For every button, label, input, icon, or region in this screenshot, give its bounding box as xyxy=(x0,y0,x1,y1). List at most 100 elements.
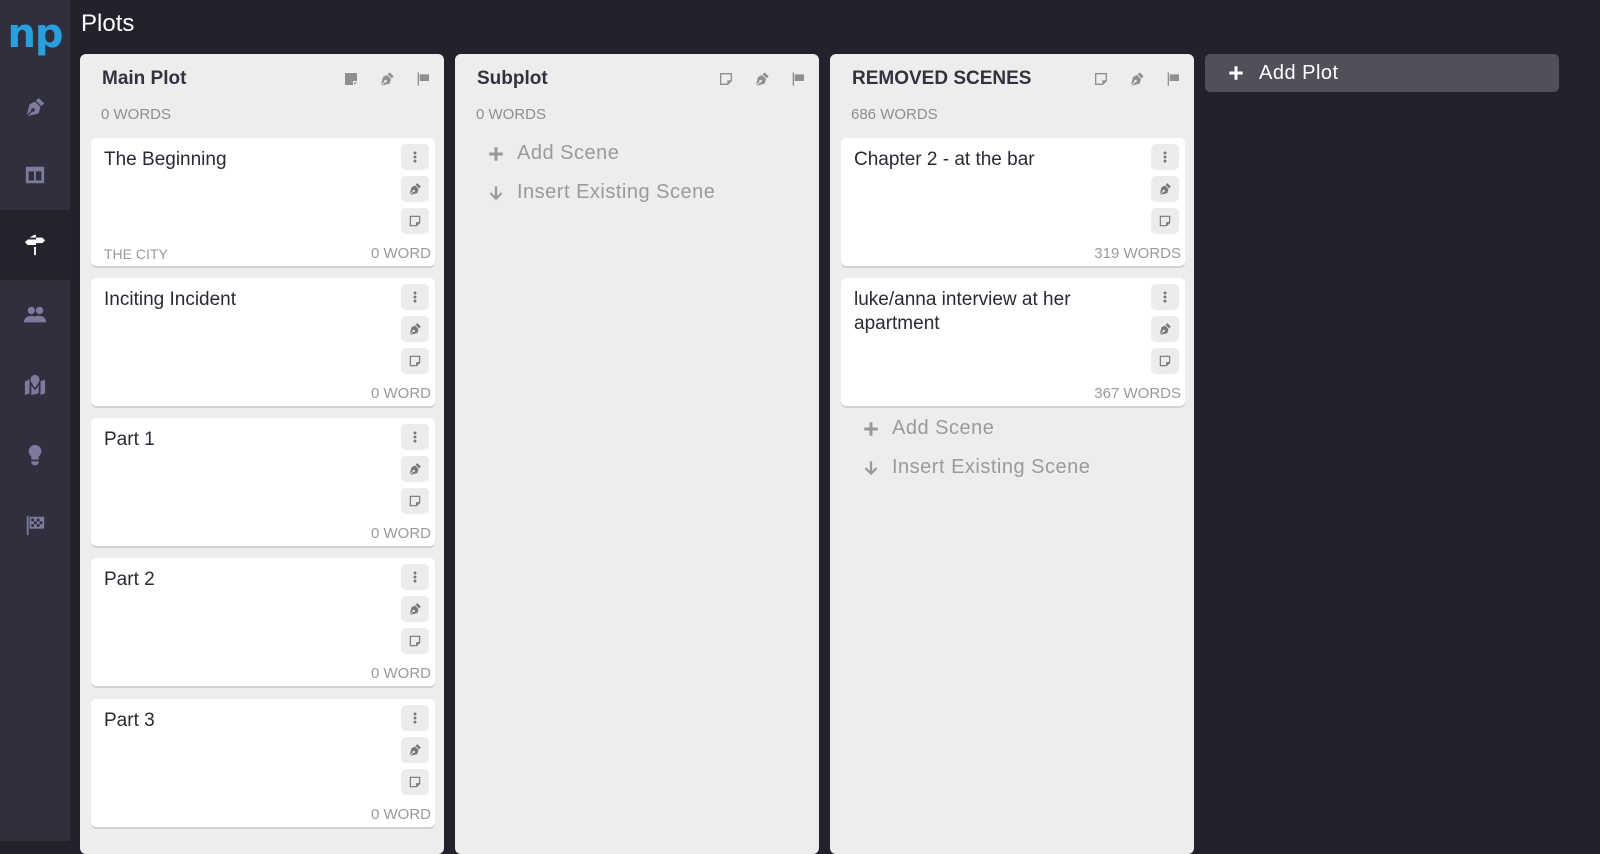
note-icon xyxy=(408,494,422,508)
scene-menu-button[interactable] xyxy=(401,564,429,590)
sidebar-item-write[interactable] xyxy=(0,72,70,142)
scene-title: Part 1 xyxy=(104,429,155,450)
plot-column: Subplot 0 WORDS Add Scene Insert Existin… xyxy=(455,54,819,854)
scene-write-button[interactable] xyxy=(401,316,429,342)
sidebar-item-locations[interactable] xyxy=(0,350,70,420)
scene-write-button[interactable] xyxy=(1151,176,1179,202)
scene-notes-button[interactable] xyxy=(401,348,429,374)
sidebar-item-ideas[interactable] xyxy=(0,420,70,490)
plot-flag-button[interactable] xyxy=(789,70,807,88)
scene-notes-button[interactable] xyxy=(401,628,429,654)
scene-notes-button[interactable] xyxy=(1151,348,1179,374)
more-vertical-icon xyxy=(408,290,422,304)
scene-menu-button[interactable] xyxy=(401,284,429,310)
sidebar-item-plots[interactable] xyxy=(0,210,70,280)
note-icon xyxy=(408,354,422,368)
plot-flag-button[interactable] xyxy=(414,70,432,88)
scene-card[interactable]: Chapter 2 - at the bar 319 WORDS xyxy=(841,138,1185,266)
scene-write-button[interactable] xyxy=(401,737,429,763)
scene-write-button[interactable] xyxy=(401,176,429,202)
plot-word-count: 0 WORDS xyxy=(476,106,547,123)
add-plot-button[interactable]: Add Plot xyxy=(1205,54,1559,92)
scene-title: Part 3 xyxy=(104,710,155,731)
flag-icon xyxy=(790,71,806,87)
scene-title: Chapter 2 - at the bar xyxy=(854,149,1035,170)
scene-title: The Beginning xyxy=(104,149,227,170)
more-vertical-icon xyxy=(1158,150,1172,164)
sidebar-item-characters[interactable] xyxy=(0,280,70,350)
scene-menu-button[interactable] xyxy=(401,144,429,170)
scene-card[interactable]: Part 2 0 WORD xyxy=(91,558,435,686)
scene-menu-button[interactable] xyxy=(401,705,429,731)
more-vertical-icon xyxy=(408,711,422,725)
scene-word-count: 0 WORD xyxy=(371,806,431,823)
plot-column: Main Plot 0 WORDS The Beginning THE CITY… xyxy=(80,54,444,854)
plot-title[interactable]: REMOVED SCENES xyxy=(852,68,1031,90)
plot-write-button[interactable] xyxy=(1128,70,1146,88)
lightbulb-icon xyxy=(24,444,46,466)
scene-word-count: 367 WORDS xyxy=(1094,385,1181,402)
pen-nib-icon xyxy=(754,71,770,87)
scene-title: Inciting Incident xyxy=(104,289,237,310)
scene-write-button[interactable] xyxy=(1151,316,1179,342)
add-scene-button[interactable]: Add Scene xyxy=(487,142,619,165)
scene-card[interactable]: Part 3 0 WORD xyxy=(91,699,435,827)
pen-nib-icon xyxy=(408,322,422,336)
plot-notes-button[interactable] xyxy=(717,70,735,88)
note-icon xyxy=(408,775,422,789)
scene-notes-button[interactable] xyxy=(401,488,429,514)
scene-menu-button[interactable] xyxy=(1151,284,1179,310)
add-scene-label: Add Scene xyxy=(517,142,620,164)
map-marker-icon xyxy=(24,374,46,396)
pen-nib-icon xyxy=(379,71,395,87)
scene-menu-button[interactable] xyxy=(401,424,429,450)
arrow-down-icon xyxy=(487,184,505,202)
note-icon xyxy=(408,634,422,648)
pen-nib-icon xyxy=(1158,182,1172,196)
sidebar-item-goals[interactable] xyxy=(0,490,70,560)
flag-icon xyxy=(1165,71,1181,87)
scene-card[interactable]: luke/anna interview at her apartment 367… xyxy=(841,278,1185,406)
note-icon xyxy=(718,71,734,87)
users-icon xyxy=(24,304,46,326)
pen-nib-icon xyxy=(408,462,422,476)
scene-card[interactable]: The Beginning THE CITY 0 WORD xyxy=(91,138,435,266)
plus-icon xyxy=(1227,64,1245,82)
signpost-icon xyxy=(24,234,46,256)
app-logo[interactable]: np xyxy=(0,0,70,68)
scene-notes-button[interactable] xyxy=(401,208,429,234)
pen-nib-icon xyxy=(1158,322,1172,336)
plot-word-count: 0 WORDS xyxy=(101,106,172,123)
plot-notes-button[interactable] xyxy=(342,70,360,88)
scene-write-button[interactable] xyxy=(401,456,429,482)
checkered-flag-icon xyxy=(24,514,46,536)
pen-nib-icon xyxy=(24,96,46,118)
insert-existing-scene-button[interactable]: Insert Existing Scene xyxy=(862,456,1090,479)
plot-title[interactable]: Subplot xyxy=(477,68,548,90)
pen-nib-icon xyxy=(408,602,422,616)
scene-notes-button[interactable] xyxy=(401,769,429,795)
scene-card[interactable]: Part 1 0 WORD xyxy=(91,418,435,546)
plus-icon xyxy=(487,145,505,163)
add-plot-label: Add Plot xyxy=(1259,61,1339,84)
plot-write-button[interactable] xyxy=(378,70,396,88)
insert-scene-label: Insert Existing Scene xyxy=(892,456,1091,478)
plot-title[interactable]: Main Plot xyxy=(102,68,186,90)
add-scene-label: Add Scene xyxy=(892,417,995,439)
scene-notes-button[interactable] xyxy=(1151,208,1179,234)
scene-card[interactable]: Inciting Incident 0 WORD xyxy=(91,278,435,406)
scene-word-count: 0 WORD xyxy=(371,245,431,262)
plot-write-button[interactable] xyxy=(753,70,771,88)
plot-flag-button[interactable] xyxy=(1164,70,1182,88)
note-icon xyxy=(1158,354,1172,368)
insert-existing-scene-button[interactable]: Insert Existing Scene xyxy=(487,181,715,204)
note-icon xyxy=(1158,214,1172,228)
plot-notes-button[interactable] xyxy=(1092,70,1110,88)
pen-nib-icon xyxy=(408,743,422,757)
scene-menu-button[interactable] xyxy=(1151,144,1179,170)
scene-location: THE CITY xyxy=(104,246,168,262)
sidebar-item-outline[interactable] xyxy=(0,140,70,210)
scene-word-count: 0 WORD xyxy=(371,665,431,682)
scene-write-button[interactable] xyxy=(401,596,429,622)
add-scene-button[interactable]: Add Scene xyxy=(862,417,994,440)
